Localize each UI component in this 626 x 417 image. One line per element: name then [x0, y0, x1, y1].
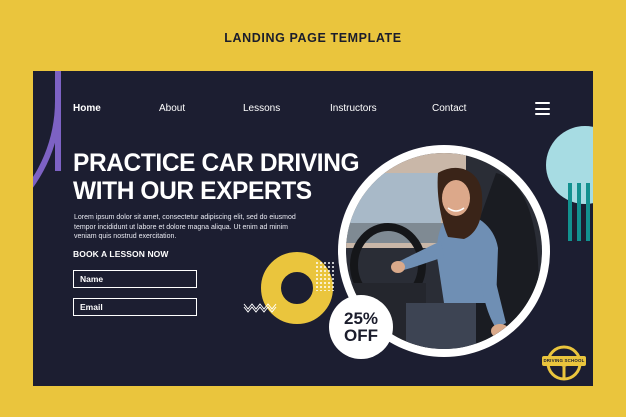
hero-description: Lorem ipsum dolor sit amet, consectetur … [74, 214, 296, 240]
decorative-purple-bar [55, 71, 61, 171]
nav-contact[interactable]: Contact [432, 103, 466, 114]
discount-label: OFF [344, 326, 378, 345]
hero-headline: PRACTICE CAR DRIVING WITH OUR EXPERTS [73, 149, 360, 205]
driving-school-logo: DRIVING SCHOOL [542, 344, 586, 382]
landing-page-card: Home About Lessons Instructors Contact P… [33, 71, 593, 386]
discount-percent: 25% [343, 309, 379, 328]
logo-text: DRIVING SCHOOL [542, 356, 586, 366]
decorative-zigzag [243, 303, 277, 313]
discount-badge: 25% OFF [329, 295, 393, 359]
decorative-dot-grid [315, 261, 335, 291]
email-input[interactable] [73, 298, 197, 316]
hamburger-menu-icon[interactable] [535, 102, 550, 115]
nav-home[interactable]: Home [73, 103, 101, 114]
headline-line-2: WITH OUR EXPERTS [73, 177, 312, 205]
nav-about[interactable]: About [159, 103, 185, 114]
name-input[interactable] [73, 270, 197, 288]
nav-instructors[interactable]: Instructors [330, 103, 377, 114]
headline-line-1: PRACTICE CAR DRIVING [73, 149, 360, 177]
nav-lessons[interactable]: Lessons [243, 103, 280, 114]
top-navigation: Home About Lessons Instructors Contact [33, 103, 593, 117]
page-caption: LANDING PAGE TEMPLATE [224, 31, 402, 45]
book-lesson-link[interactable]: BOOK A LESSON NOW [73, 249, 169, 259]
